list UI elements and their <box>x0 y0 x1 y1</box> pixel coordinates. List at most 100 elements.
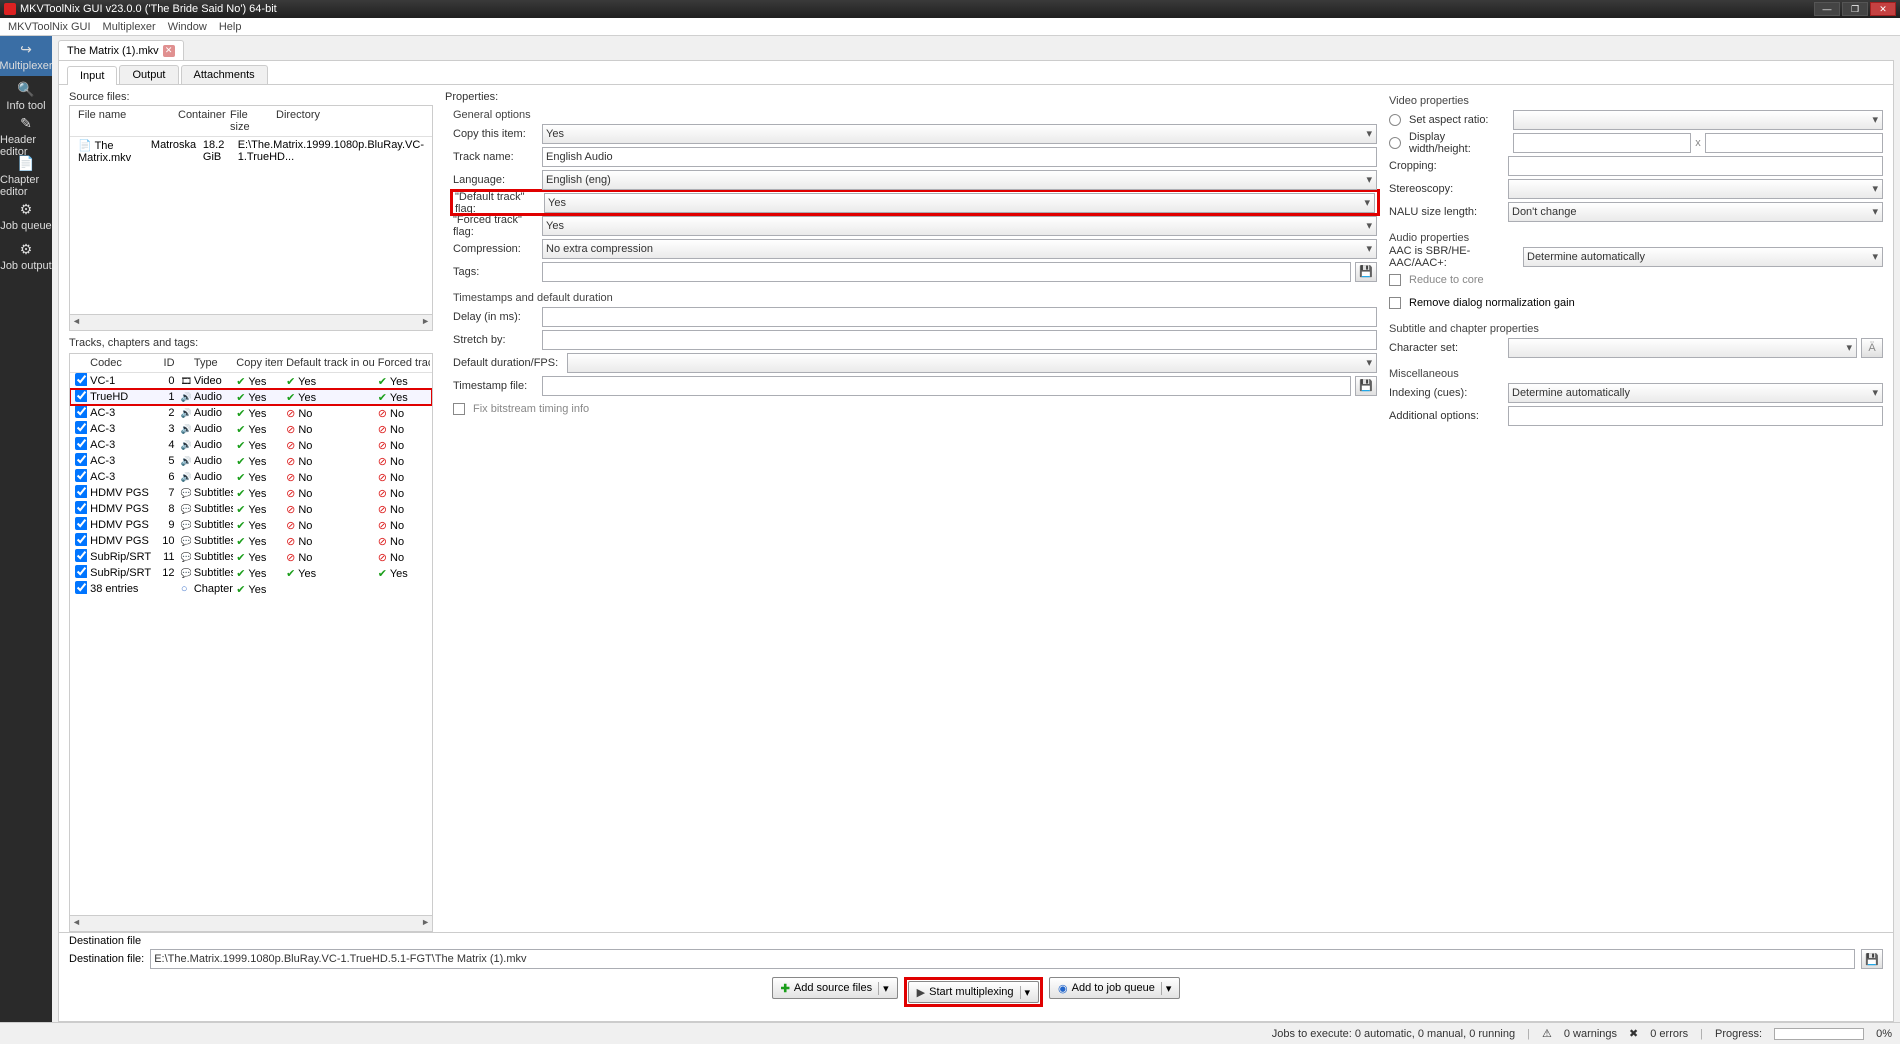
track-checkbox[interactable] <box>75 469 87 482</box>
sub-icon <box>178 567 191 579</box>
menu-help[interactable]: Help <box>219 21 242 33</box>
compression-select[interactable]: No extra compression <box>542 239 1377 259</box>
tsfile-browse-button[interactable]: 💾 <box>1355 376 1377 396</box>
track-checkbox[interactable] <box>75 581 87 594</box>
track-row[interactable]: VC-10VideoYesYesYes <box>70 373 432 389</box>
track-row[interactable]: SubRip/SRT12SubtitlesYesYesYes <box>70 565 432 581</box>
film-icon <box>178 375 191 387</box>
track-row[interactable]: AC-36AudioYesNoNo <box>70 469 432 485</box>
col-container[interactable]: Container <box>174 109 226 133</box>
sidebar-item-header-editor[interactable]: ✎Header editor <box>0 116 52 156</box>
destination-input[interactable] <box>150 949 1855 969</box>
track-checkbox[interactable] <box>75 389 87 402</box>
sidebar-item-info-tool[interactable]: 🔍Info tool <box>0 76 52 116</box>
add-job-queue-button[interactable]: ◉Add to job queue▾ <box>1049 977 1180 999</box>
chapter-editor-icon: 📄 <box>17 155 35 172</box>
col-filesize[interactable]: File size <box>226 109 272 133</box>
tags-input[interactable] <box>542 262 1351 282</box>
track-checkbox[interactable] <box>75 549 87 562</box>
remove-norm-checkbox[interactable] <box>1389 297 1401 309</box>
track-row[interactable]: AC-33AudioYesNoNo <box>70 421 432 437</box>
forced-flag-select[interactable]: Yes <box>542 216 1377 236</box>
source-files-list[interactable]: File name Container File size Directory … <box>69 105 433 315</box>
menubar: MKVToolNix GUI Multiplexer Window Help <box>0 18 1900 36</box>
close-icon[interactable]: ✕ <box>163 45 175 57</box>
misc-title: Miscellaneous <box>1389 368 1883 380</box>
tab-attachments[interactable]: Attachments <box>181 65 268 84</box>
charset-label: Character set: <box>1389 342 1504 354</box>
col-copy[interactable]: Copy item <box>233 357 283 369</box>
tsfile-input[interactable] <box>542 376 1351 396</box>
tsfile-label: Timestamp file: <box>453 380 538 392</box>
destination-browse-button[interactable]: 💾 <box>1861 949 1883 969</box>
sidebar-item-job-output[interactable]: ⚙Job output <box>0 236 52 276</box>
tracks-list[interactable]: Codec ID Type Copy item Default track in… <box>69 353 433 916</box>
aac-label: AAC is SBR/HE-AAC/AAC+: <box>1389 245 1519 269</box>
progress-bar <box>1774 1028 1864 1040</box>
col-type[interactable]: Type <box>191 357 233 369</box>
menu-multiplexer[interactable]: Multiplexer <box>103 21 156 33</box>
col-codec[interactable]: Codec <box>87 357 159 369</box>
maximize-button[interactable]: ❐ <box>1842 2 1868 16</box>
delay-input[interactable] <box>542 307 1377 327</box>
track-checkbox[interactable] <box>75 517 87 530</box>
sub-icon <box>178 535 191 547</box>
track-row[interactable]: AC-32AudioYesNoNo <box>70 405 432 421</box>
language-select[interactable]: English (eng) <box>542 170 1377 190</box>
close-button[interactable]: ✕ <box>1870 2 1896 16</box>
copy-item-select[interactable]: Yes <box>542 124 1377 144</box>
sub-icon <box>178 503 191 515</box>
track-row[interactable]: AC-35AudioYesNoNo <box>70 453 432 469</box>
start-multiplexing-button[interactable]: ▶Start multiplexing▾ <box>908 981 1039 1003</box>
track-row[interactable]: HDMV PGS8SubtitlesYesNoNo <box>70 501 432 517</box>
chevron-down-icon[interactable]: ▾ <box>878 982 889 995</box>
addl-options-input[interactable] <box>1508 406 1883 426</box>
indexing-select[interactable]: Determine automatically <box>1508 383 1883 403</box>
sidebar-item-job-queue[interactable]: ⚙Job queue <box>0 196 52 236</box>
track-row[interactable]: HDMV PGS7SubtitlesYesNoNo <box>70 485 432 501</box>
track-checkbox[interactable] <box>75 453 87 466</box>
source-row[interactable]: 📄 The Matrix.mkv Matroska 18.2 GiB E:\Th… <box>70 137 432 166</box>
file-tab[interactable]: The Matrix (1).mkv ✕ <box>58 40 184 60</box>
track-row[interactable]: HDMV PGS9SubtitlesYesNoNo <box>70 517 432 533</box>
sidebar-item-chapter-editor[interactable]: 📄Chapter editor <box>0 156 52 196</box>
track-row[interactable]: HDMV PGS10SubtitlesYesNoNo <box>70 533 432 549</box>
track-checkbox[interactable] <box>75 437 87 450</box>
track-row[interactable]: SubRip/SRT11SubtitlesYesNoNo <box>70 549 432 565</box>
menu-mkvtoolnix[interactable]: MKVToolNix GUI <box>8 21 91 33</box>
compression-label: Compression: <box>453 243 538 255</box>
minimize-button[interactable]: — <box>1814 2 1840 16</box>
col-filename[interactable]: File name <box>74 109 174 133</box>
track-row[interactable]: TrueHD1AudioYesYesYes <box>70 389 432 405</box>
track-row[interactable]: AC-34AudioYesNoNo <box>70 437 432 453</box>
tags-browse-button[interactable]: 💾 <box>1355 262 1377 282</box>
track-checkbox[interactable] <box>75 373 87 386</box>
track-checkbox[interactable] <box>75 421 87 434</box>
track-checkbox[interactable] <box>75 501 87 514</box>
tab-output[interactable]: Output <box>119 65 178 84</box>
col-id[interactable]: ID <box>159 357 178 369</box>
col-directory[interactable]: Directory <box>272 109 428 133</box>
chevron-down-icon[interactable]: ▾ <box>1020 986 1031 999</box>
chevron-down-icon[interactable]: ▾ <box>1161 982 1172 995</box>
default-flag-select[interactable]: Yes <box>544 193 1375 213</box>
sidebar-item-multiplexer[interactable]: ↪Multiplexer <box>0 36 52 76</box>
track-checkbox[interactable] <box>75 565 87 578</box>
add-source-button[interactable]: ✚Add source files▾ <box>772 977 898 999</box>
menu-window[interactable]: Window <box>168 21 207 33</box>
charset-select <box>1508 338 1857 358</box>
track-row[interactable]: 38 entriesChaptersYes <box>70 581 432 597</box>
tracks-scrollbar[interactable] <box>69 916 433 932</box>
charset-button: Ä <box>1861 338 1883 358</box>
source-scrollbar[interactable] <box>69 315 433 331</box>
tab-input[interactable]: Input <box>67 66 117 85</box>
statusbar: Jobs to execute: 0 automatic, 0 manual, … <box>0 1022 1900 1044</box>
stretch-input[interactable] <box>542 330 1377 350</box>
track-checkbox[interactable] <box>75 405 87 418</box>
track-checkbox[interactable] <box>75 533 87 546</box>
track-checkbox[interactable] <box>75 485 87 498</box>
col-default[interactable]: Default track in output <box>283 357 375 369</box>
track-name-input[interactable] <box>542 147 1377 167</box>
col-forced[interactable]: Forced trac <box>375 357 430 369</box>
stereo-select <box>1508 179 1883 199</box>
